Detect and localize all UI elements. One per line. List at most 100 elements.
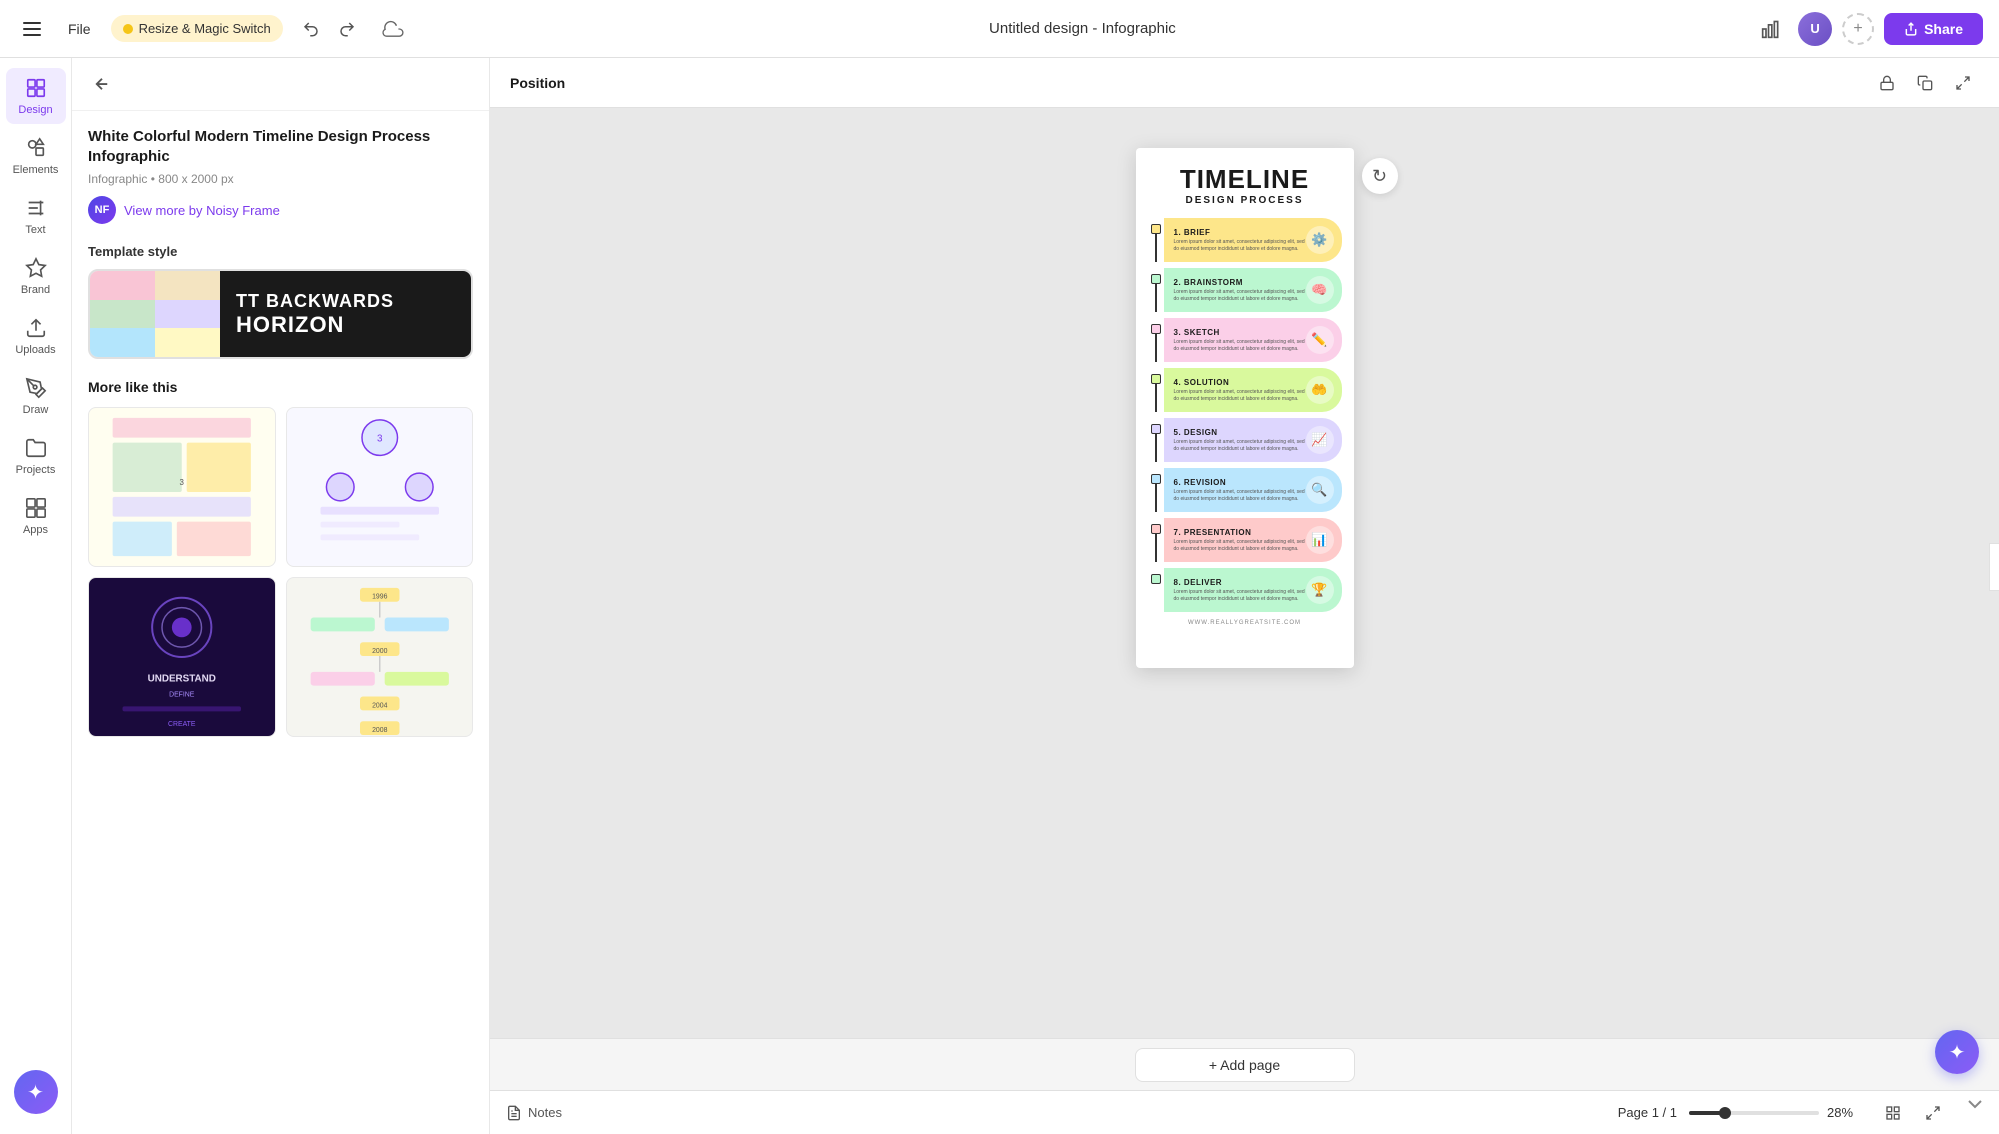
color-block-lavender: [155, 300, 220, 329]
step-body-text-3: Lorem ipsum dolor sit amet, consectetur …: [1174, 339, 1306, 353]
dot-4: [1151, 374, 1161, 384]
design-icon: [24, 76, 48, 100]
step-body-text-2: Lorem ipsum dolor sit amet, consectetur …: [1174, 289, 1306, 303]
step-body-1: 1. BRIEF Lorem ipsum dolor sit amet, con…: [1164, 218, 1342, 262]
lock-canvas-button[interactable]: [1871, 67, 1903, 99]
projects-label: Projects: [16, 464, 56, 476]
step-body-5: 5. DESIGN Lorem ipsum dolor sit amet, co…: [1164, 418, 1342, 462]
template-thumbnail-1[interactable]: 3: [88, 407, 276, 567]
notes-button[interactable]: Notes: [506, 1105, 562, 1121]
style-font-1: TT BACKWARDS: [236, 291, 455, 312]
template-style-box[interactable]: TT BACKWARDS HORIZON: [88, 269, 473, 359]
step-icon-1: ⚙️: [1306, 226, 1334, 254]
line-7: [1155, 534, 1157, 562]
draw-label: Draw: [23, 404, 49, 416]
view-more-author-link[interactable]: View more by Noisy Frame: [124, 203, 280, 218]
draw-icon: [24, 376, 48, 400]
zoom-slider[interactable]: [1689, 1111, 1819, 1115]
color-row-3: [90, 328, 220, 357]
step-icon-3: ✏️: [1306, 326, 1334, 354]
step-body-3: 3. SKETCH Lorem ipsum dolor sit amet, co…: [1164, 318, 1342, 362]
magic-ai-button[interactable]: ✦: [14, 1070, 58, 1114]
more-like-title: More like this: [88, 379, 473, 395]
left-panel: White Colorful Modern Timeline Design Pr…: [72, 58, 490, 1134]
infographic-subtitle: DESIGN PROCESS: [1148, 195, 1342, 206]
chevron-down-icon[interactable]: [1967, 1098, 1983, 1112]
svg-text:2008: 2008: [372, 727, 388, 734]
step-icon-5: 📈: [1306, 426, 1334, 454]
fullscreen-button[interactable]: [1919, 1099, 1947, 1127]
timeline-item-2: 2. BRAINSTORM Lorem ipsum dolor sit amet…: [1148, 268, 1342, 312]
expand-canvas-button[interactable]: [1947, 67, 1979, 99]
sidebar-item-text[interactable]: Text: [6, 188, 66, 244]
dot-6: [1151, 474, 1161, 484]
sidebar-item-draw[interactable]: Draw: [6, 368, 66, 424]
ai-assistant-button[interactable]: ✦: [1935, 1030, 1979, 1074]
canvas-viewport[interactable]: ↻ TIMELINE DESIGN PROCESS 1. BRIEF Lorem…: [490, 108, 1999, 1038]
design-label: Design: [18, 104, 52, 116]
menu-button[interactable]: [16, 13, 48, 45]
svg-text:UNDERSTAND: UNDERSTAND: [148, 674, 216, 685]
sidebar-item-brand[interactable]: Brand: [6, 248, 66, 304]
topbar-center: Untitled design - Infographic: [423, 20, 1742, 37]
style-font-2: HORIZON: [236, 312, 455, 338]
topbar-left: File Resize & Magic Switch: [16, 11, 411, 47]
dot-col-8: [1148, 568, 1164, 612]
text-label: Text: [25, 224, 45, 236]
template-thumbnail-4[interactable]: 1996 2000 2004 2008: [286, 577, 474, 737]
refresh-button[interactable]: ↻: [1362, 158, 1398, 194]
page-info: Page 1 / 1: [1618, 1105, 1677, 1120]
document-title[interactable]: Untitled design - Infographic: [989, 20, 1176, 37]
add-people-button[interactable]: +: [1842, 13, 1874, 45]
dot-col-1: [1148, 218, 1164, 262]
sidebar-item-apps[interactable]: Apps: [6, 488, 66, 544]
color-block-green: [90, 300, 155, 329]
svg-text:2004: 2004: [372, 702, 388, 709]
timeline-item-8: 8. DELIVER Lorem ipsum dolor sit amet, c…: [1148, 568, 1342, 612]
svg-text:3: 3: [377, 434, 383, 445]
dot-8: [1151, 574, 1161, 584]
dot-col-6: [1148, 468, 1164, 512]
step-body-8: 8. DELIVER Lorem ipsum dolor sit amet, c…: [1164, 568, 1342, 612]
step-title-2: 2. BRAINSTORM: [1174, 278, 1306, 287]
grid-view-button[interactable]: [1879, 1099, 1907, 1127]
template-thumbnail-3[interactable]: UNDERSTAND DEFINE CREATE: [88, 577, 276, 737]
line-5: [1155, 434, 1157, 462]
canvas-toolbar-icons: [1871, 67, 1979, 99]
step-body-text-1: Lorem ipsum dolor sit amet, consectetur …: [1174, 239, 1306, 253]
author-row[interactable]: NF View more by Noisy Frame: [88, 196, 473, 224]
apps-label: Apps: [23, 524, 48, 536]
step-title-4: 4. SOLUTION: [1174, 378, 1306, 387]
back-button[interactable]: [88, 70, 116, 98]
sidebar-icons: Design Elements Text Brand Uploads: [0, 58, 72, 1134]
redo-button[interactable]: [331, 13, 363, 45]
sidebar-item-elements[interactable]: Elements: [6, 128, 66, 184]
dot-col-4: [1148, 368, 1164, 412]
line-4: [1155, 384, 1157, 412]
author-avatar: NF: [88, 196, 116, 224]
step-body-6: 6. REVISION Lorem ipsum dolor sit amet, …: [1164, 468, 1342, 512]
bottom-bar: Notes Page 1 / 1 28%: [490, 1090, 1999, 1134]
color-row-1: [90, 271, 220, 300]
dot-2: [1151, 274, 1161, 284]
step-body-text-5: Lorem ipsum dolor sit amet, consectetur …: [1174, 439, 1306, 453]
save-cloud-button[interactable]: [375, 11, 411, 47]
sidebar-item-projects[interactable]: Projects: [6, 428, 66, 484]
resize-magic-switch-button[interactable]: Resize & Magic Switch: [111, 15, 283, 42]
user-avatar[interactable]: U: [1798, 12, 1832, 46]
duplicate-canvas-button[interactable]: [1909, 67, 1941, 99]
position-label: Position: [510, 75, 565, 91]
undo-button[interactable]: [295, 13, 327, 45]
add-page-button[interactable]: + Add page: [1135, 1048, 1355, 1082]
sidebar-item-design[interactable]: Design: [6, 68, 66, 124]
share-button[interactable]: Share: [1884, 13, 1983, 45]
file-menu-button[interactable]: File: [60, 17, 99, 41]
svg-text:3: 3: [180, 478, 185, 487]
analytics-button[interactable]: [1754, 12, 1788, 46]
template-thumbnail-2[interactable]: 3: [286, 407, 474, 567]
undo-redo-group: [295, 13, 363, 45]
zoom-slider-row: 28%: [1689, 1105, 1867, 1120]
sidebar-item-uploads[interactable]: Uploads: [6, 308, 66, 364]
step-title-6: 6. REVISION: [1174, 478, 1306, 487]
timeline-item-1: 1. BRIEF Lorem ipsum dolor sit amet, con…: [1148, 218, 1342, 262]
